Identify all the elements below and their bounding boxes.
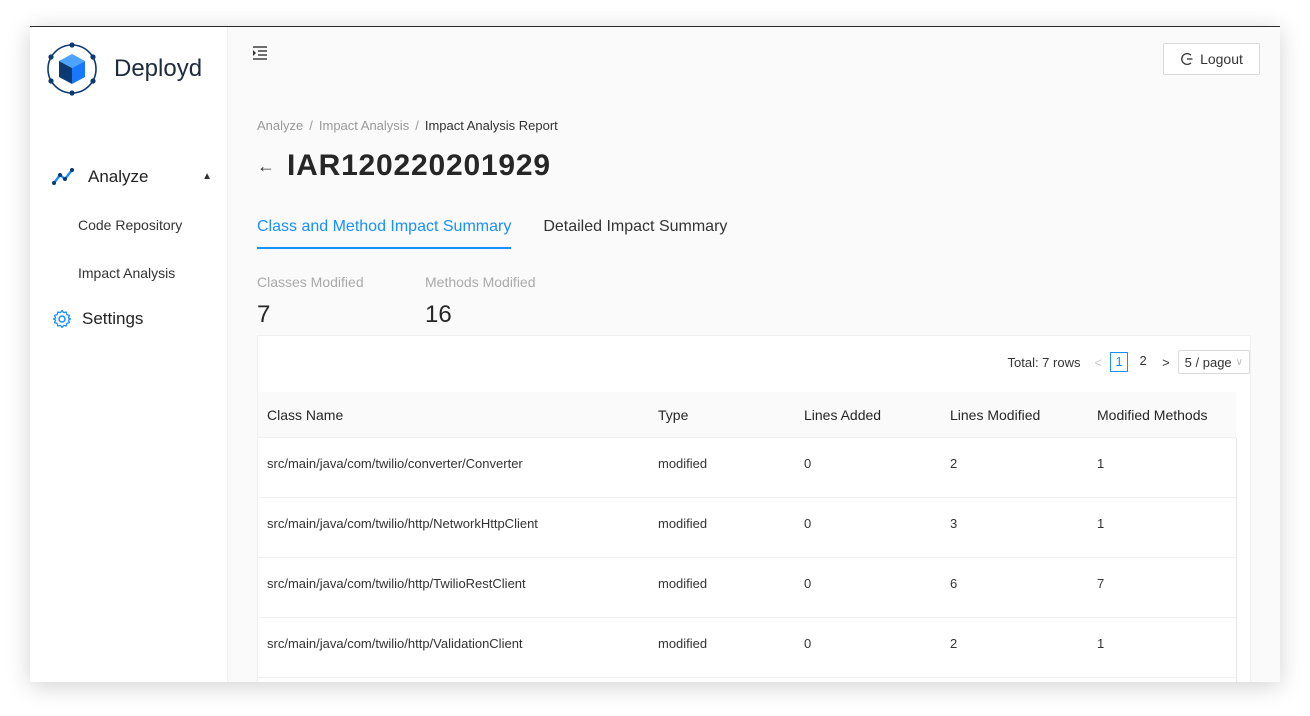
table-row[interactable]: src/main/java/com/twilio/http/Validation…	[258, 618, 1236, 678]
menu-fold-icon[interactable]	[252, 45, 268, 61]
total-rows: Total: 7 rows	[1007, 354, 1081, 370]
breadcrumb-item-current: Impact Analysis Report	[424, 118, 558, 133]
column-header-type[interactable]: Type	[658, 407, 688, 423]
analyze-line-icon	[52, 168, 74, 185]
breadcrumb-separator: /	[309, 118, 313, 133]
chevron-down-icon: ∨	[1235, 356, 1243, 368]
cell-modified-methods: 1	[1097, 636, 1105, 651]
sidebar: Deployd Analyze ▲ Code Repository Impact…	[30, 27, 228, 682]
cell-class-name: src/main/java/com/twilio/http/TwilioRest…	[267, 576, 526, 591]
column-header-modified-methods[interactable]: Modified Methods	[1097, 407, 1208, 423]
cell-lines-modified: 2	[950, 456, 958, 471]
app-name: Deployd	[114, 55, 203, 82]
sidebar-item-settings[interactable]: Settings	[52, 309, 143, 329]
cell-class-name: src/main/java/com/twilio/http/NetworkHtt…	[267, 516, 538, 531]
table-row[interactable]: src/main/java/com/twilio/http/NetworkHtt…	[258, 498, 1236, 558]
column-header-lines-modified[interactable]: Lines Modified	[950, 407, 1040, 423]
chevron-up-icon: ▲	[202, 171, 212, 182]
table-scrollbar[interactable]	[1236, 438, 1237, 682]
tab-bar: Class and Method Impact Summary Detailed…	[257, 218, 727, 249]
cell-class-name: src/main/java/com/twilio/converter/Conve…	[267, 456, 523, 471]
table-header: Class Name Type Lines Added Lines Modifi…	[258, 392, 1236, 438]
breadcrumb-item-analyze[interactable]: Analyze	[257, 118, 303, 133]
back-arrow-icon[interactable]: ←	[257, 156, 275, 177]
chevron-left-icon[interactable]: <	[1094, 355, 1102, 370]
stat-label: Methods Modified	[425, 274, 536, 290]
cell-lines-modified: 2	[950, 636, 958, 651]
page-header: ← IAR120220201929	[257, 149, 551, 183]
column-header-class-name[interactable]: Class Name	[267, 407, 343, 423]
stat-label: Classes Modified	[257, 274, 364, 290]
deployd-logo-icon	[47, 42, 97, 96]
cell-lines-added: 0	[804, 456, 812, 471]
sidebar-item-label: Analyze	[88, 167, 149, 186]
cell-modified-methods: 1	[1097, 456, 1105, 471]
page-size-value: 5 / page	[1184, 354, 1232, 370]
breadcrumb-item-impact-analysis[interactable]: Impact Analysis	[319, 118, 409, 133]
cell-lines-added: 0	[804, 636, 812, 651]
stat-value: 7	[257, 301, 271, 328]
impact-table-panel: Total: 7 rows < 1 2 > 5 / page ∨ Class N…	[257, 335, 1251, 682]
column-header-lines-added[interactable]: Lines Added	[804, 407, 881, 423]
sidebar-item-impact-analysis[interactable]: Impact Analysis	[78, 265, 175, 281]
cell-lines-modified: 3	[950, 516, 958, 531]
logout-icon	[1181, 52, 1193, 66]
sidebar-item-label: Settings	[82, 309, 144, 328]
table-row[interactable]: src/main/java/com/twilio/http/TwilioRest…	[258, 558, 1236, 618]
cell-class-name: src/main/java/com/twilio/http/Validation…	[267, 636, 523, 651]
stat-methods-modified: Methods Modified 16	[425, 274, 536, 329]
cell-lines-added: 0	[804, 576, 812, 591]
page-title: IAR120220201929	[287, 149, 551, 182]
logout-button[interactable]: Logout	[1163, 43, 1260, 75]
cell-type: modified	[658, 576, 708, 591]
sidebar-item-analyze[interactable]: Analyze ▲	[52, 165, 212, 189]
stat-value: 16	[425, 301, 452, 328]
logout-label: Logout	[1200, 51, 1243, 67]
breadcrumb-separator: /	[415, 118, 419, 133]
cell-type: modified	[658, 456, 708, 471]
table-row[interactable]: src/main/java/com/twilio/converter/Conve…	[258, 438, 1236, 498]
cell-lines-modified: 6	[950, 576, 958, 591]
sidebar-item-code-repository[interactable]: Code Repository	[78, 217, 182, 233]
tab-detailed-impact-summary[interactable]: Detailed Impact Summary	[543, 218, 727, 248]
page-size-select[interactable]: 5 / page ∨	[1177, 350, 1250, 374]
cell-lines-added: 0	[804, 516, 812, 531]
app-logo[interactable]: Deployd	[44, 41, 202, 97]
gear-icon	[52, 309, 72, 329]
cell-type: modified	[658, 516, 708, 531]
cell-modified-methods: 7	[1097, 576, 1105, 591]
stat-classes-modified: Classes Modified 7	[257, 274, 364, 329]
page-2-button[interactable]: 2	[1134, 352, 1152, 372]
cell-modified-methods: 1	[1097, 516, 1105, 531]
page-1-button[interactable]: 1	[1110, 352, 1129, 372]
tab-class-method-summary[interactable]: Class and Method Impact Summary	[257, 218, 512, 249]
cell-type: modified	[658, 636, 708, 651]
chevron-right-icon[interactable]: >	[1162, 355, 1170, 370]
breadcrumb: Analyze / Impact Analysis / Impact Analysis …	[257, 118, 558, 133]
pagination: Total: 7 rows < 1 2 > 5 / page ∨	[1007, 350, 1250, 374]
app-window: Deployd Analyze ▲ Code Repository Impact…	[30, 26, 1280, 682]
